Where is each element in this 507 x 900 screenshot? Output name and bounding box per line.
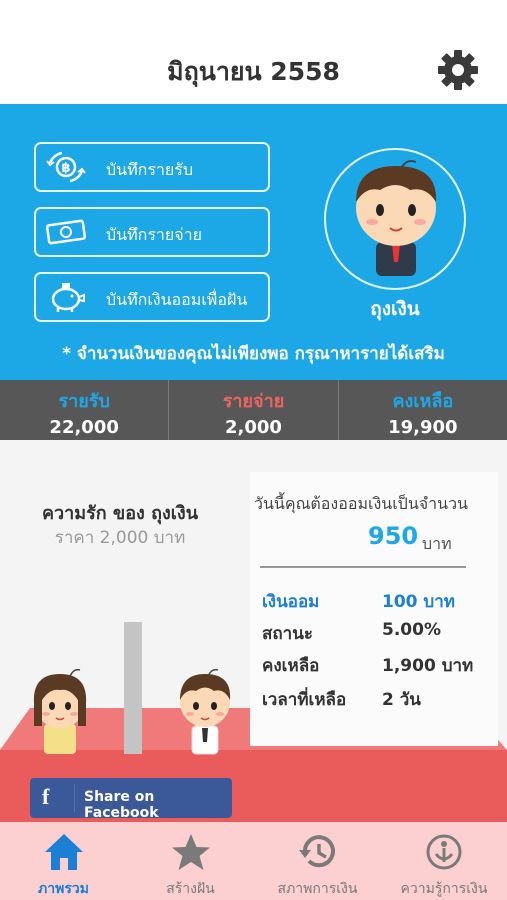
boy-character-icon <box>356 160 437 276</box>
app-header: มิถุนายน 2558 <box>0 0 507 104</box>
time-left-value: 2 วัน <box>382 690 421 710</box>
time-left-key: เวลาที่เหลือ <box>262 690 347 710</box>
balance-label: คงเหลือ <box>392 391 454 412</box>
stats-bar: รายรับ 22,000 รายจ่าย 2,000 คงเหลือ 19,9… <box>0 380 507 440</box>
expense-label: รายจ่าย <box>222 391 285 412</box>
tab-create-dream[interactable]: สร้างฝัน <box>127 822 254 900</box>
record-expense-button[interactable]: บันทึกรายจ่าย <box>34 207 270 257</box>
history-icon <box>298 835 335 868</box>
daily-saving-amount: 950 <box>368 522 419 550</box>
home-icon <box>44 834 83 870</box>
tab-create-dream-label: สร้างฝัน <box>166 881 215 897</box>
knowledge-icon <box>426 834 462 870</box>
banknote-icon <box>45 219 87 245</box>
expense-value: 2,000 <box>225 417 282 438</box>
goal-progress-pillar <box>124 622 142 754</box>
income-stat[interactable]: รายรับ 22,000 <box>0 380 170 440</box>
income-value: 22,000 <box>49 417 119 438</box>
button-separator <box>74 784 75 812</box>
share-facebook-label: Share on Facebook <box>84 789 159 821</box>
balance-value: 19,900 <box>388 417 458 438</box>
income-label: รายรับ <box>58 391 110 412</box>
status-value: 5.00% <box>382 620 441 640</box>
share-facebook-button[interactable]: f Share on Facebook <box>30 778 232 821</box>
avatar-name: ถุงเงิน <box>370 298 420 320</box>
record-income-button[interactable]: ฿ บันทึกรายรับ <box>34 142 270 192</box>
facebook-icon: f <box>42 784 50 809</box>
tab-overview-label: ภาพรวม <box>38 881 89 897</box>
boy-small-character-icon <box>180 668 231 755</box>
card-divider <box>260 566 466 568</box>
remaining-key: คงเหลือ <box>262 656 320 676</box>
baht-exchange-icon: ฿ <box>46 151 86 183</box>
balance-stat[interactable]: คงเหลือ 19,900 <box>339 380 507 440</box>
record-expense-label: บันทึกรายจ่าย <box>106 225 203 244</box>
saved-key: เงินออม <box>262 592 320 612</box>
record-income-label: บันทึกรายรับ <box>106 160 194 179</box>
status-key: สถานะ <box>262 624 313 644</box>
tab-financial-status[interactable]: สภาพการเงิน <box>254 822 381 900</box>
girl-character-icon <box>33 668 87 754</box>
month-title: มิถุนายน 2558 <box>167 57 340 86</box>
daily-saving-unit: บาท <box>422 534 452 553</box>
record-saving-label: บันทึกเงินออมเพื่อฝัน <box>106 290 248 309</box>
tab-financial-status-label: สภาพการเงิน <box>277 881 358 897</box>
goal-price: ราคา 2,000 บาท <box>54 528 186 548</box>
record-saving-button[interactable]: บันทึกเงินออมเพื่อฝัน <box>34 272 270 322</box>
gear-icon[interactable] <box>436 48 480 92</box>
insufficient-funds-warning: * จำนวนเงินของคุณไม่เพียงพอ กรุณาหารายได… <box>62 344 445 364</box>
tab-financial-knowledge[interactable]: ความรู้การเงิน <box>381 822 507 900</box>
remaining-value: 1,900 บาท <box>382 656 474 676</box>
svg-text:฿: ฿ <box>61 161 70 176</box>
daily-saving-text: วันนี้คุณต้องออมเงินเป็นจำนวน <box>254 494 468 513</box>
tab-overview[interactable]: ภาพรวม <box>0 822 127 900</box>
star-icon <box>171 834 210 870</box>
goal-title: ความรัก ของ ถุงเงิน <box>41 503 199 524</box>
piggy-bank-icon <box>51 283 85 312</box>
bottom-tab-bar: ภาพรวม สร้างฝัน สภาพการเงิน ความรู้การเง… <box>0 822 507 900</box>
avatar[interactable] <box>324 148 466 290</box>
expense-stat[interactable]: รายจ่าย 2,000 <box>169 380 339 440</box>
saved-value: 100 บาท <box>382 592 455 612</box>
tab-financial-knowledge-label: ความรู้การเงิน <box>400 881 488 897</box>
